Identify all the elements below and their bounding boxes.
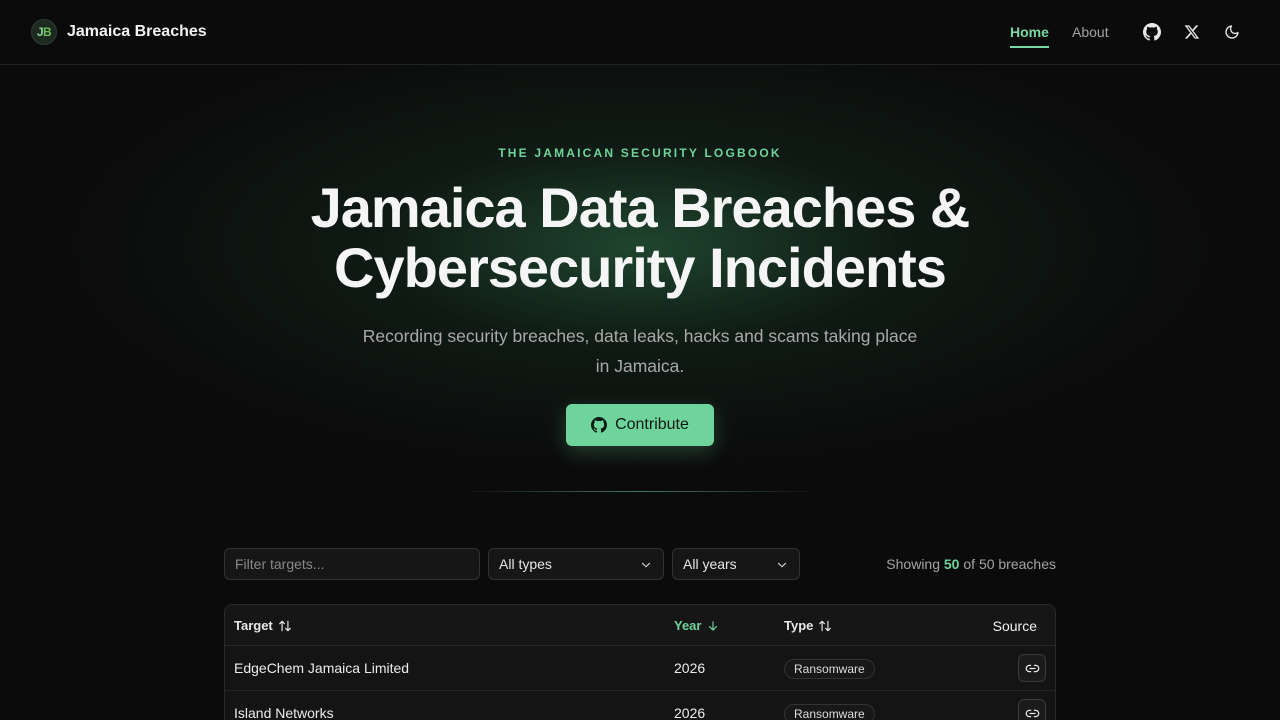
- year-select-value: All years: [683, 556, 737, 572]
- brand-logo-b: B: [43, 25, 52, 39]
- nav-home-link[interactable]: Home: [1010, 24, 1049, 48]
- contribute-button[interactable]: Contribute: [566, 404, 714, 446]
- contribute-label: Contribute: [615, 416, 689, 433]
- github-icon[interactable]: [1142, 22, 1162, 42]
- x-icon[interactable]: [1182, 22, 1202, 42]
- chevron-down-icon: [641, 562, 651, 568]
- target-header-label: Target: [234, 618, 273, 633]
- target-column-header[interactable]: Target: [234, 618, 292, 633]
- breaches-table: Target Year Type Source EdgeChem Jamaica…: [224, 604, 1056, 720]
- year-select[interactable]: All years: [672, 548, 800, 580]
- hero-divider: [460, 491, 820, 492]
- source-link-button[interactable]: [1018, 699, 1046, 720]
- showing-prefix: Showing: [886, 556, 940, 572]
- type-select-value: All types: [499, 556, 552, 572]
- sort-icon: [819, 620, 832, 631]
- hero-title: Jamaica Data Breaches & Cybersecurity In…: [310, 176, 971, 299]
- nav-about-link[interactable]: About: [1072, 24, 1109, 40]
- brand-name: Jamaica Breaches: [67, 23, 207, 40]
- filter-bar: All types All years Showing 50 of 50 bre…: [224, 548, 1056, 580]
- link-icon: [1025, 664, 1039, 672]
- github-icon: [591, 417, 608, 433]
- table-row[interactable]: Island Networks 2026 Ransomware: [225, 691, 1055, 720]
- row-year: 2026: [674, 660, 706, 676]
- results-count: Showing 50 of 50 breaches: [886, 556, 1056, 572]
- type-header-label: Type: [784, 618, 814, 633]
- moon-icon[interactable]: [1222, 22, 1242, 42]
- showing-middle: of: [963, 556, 976, 572]
- sort-icon: [278, 620, 291, 631]
- link-icon: [1025, 709, 1039, 717]
- row-year: 2026: [674, 705, 706, 720]
- table-row[interactable]: EdgeChem Jamaica Limited 2026 Ransomware: [225, 646, 1055, 691]
- filter-targets-input[interactable]: [224, 548, 480, 580]
- table-header-row: Target Year Type Source: [225, 605, 1055, 646]
- row-type-badge: Ransomware: [784, 659, 875, 679]
- year-column-header[interactable]: Year: [674, 618, 720, 633]
- hero-subtitle: Recording security breaches, data leaks,…: [362, 326, 918, 376]
- source-column-header: Source: [992, 618, 1037, 634]
- arrow-down-icon: [709, 620, 718, 631]
- type-select[interactable]: All types: [488, 548, 664, 580]
- brand[interactable]: JB Jamaica Breaches: [31, 19, 207, 45]
- page: JB Jamaica Breaches Home About THE JAMAI…: [0, 0, 1280, 720]
- hero-section: THE JAMAICAN SECURITY LOGBOOK Jamaica Da…: [0, 65, 1280, 505]
- row-target: EdgeChem Jamaica Limited: [234, 660, 410, 676]
- hero-eyebrow: THE JAMAICAN SECURITY LOGBOOK: [498, 146, 782, 160]
- top-navigation-bar: JB Jamaica Breaches Home About: [0, 0, 1280, 65]
- type-column-header[interactable]: Type: [784, 618, 832, 633]
- brand-logo: JB: [31, 19, 57, 45]
- year-header-label: Year: [674, 618, 702, 633]
- row-target: Island Networks: [234, 705, 334, 720]
- row-type-badge: Ransomware: [784, 704, 875, 720]
- showing-total: 50 breaches: [978, 556, 1056, 572]
- showing-count: 50: [943, 556, 960, 572]
- chevron-down-icon: [777, 562, 787, 568]
- source-link-button[interactable]: [1018, 654, 1046, 682]
